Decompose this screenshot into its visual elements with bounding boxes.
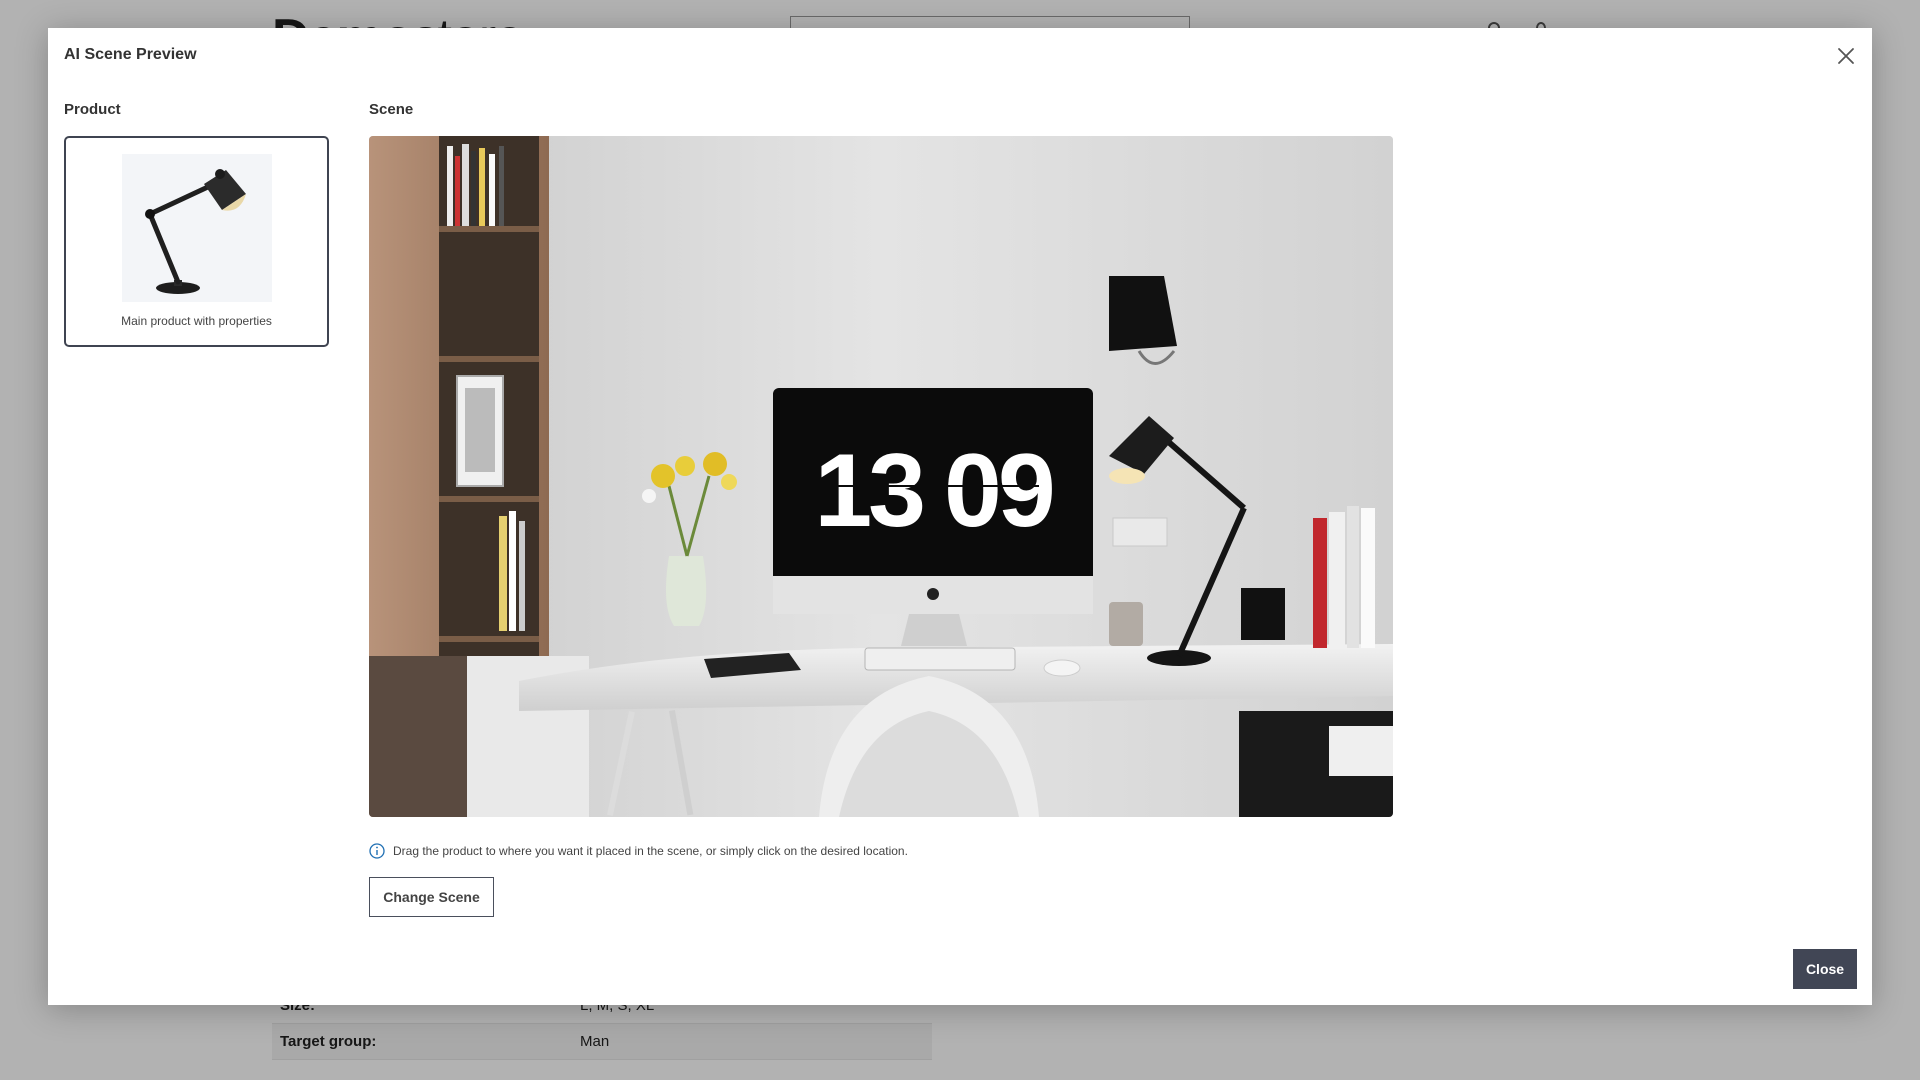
product-card[interactable]: Main product with properties xyxy=(64,136,329,347)
close-button[interactable]: Close xyxy=(1793,949,1857,989)
modal-title: AI Scene Preview xyxy=(64,46,197,63)
change-scene-button[interactable]: Change Scene xyxy=(369,877,494,917)
product-name: Main product with properties xyxy=(121,314,272,328)
product-section-label: Product xyxy=(64,101,121,118)
info-icon xyxy=(369,843,385,859)
desk-lamp-icon[interactable] xyxy=(122,154,272,302)
scene-hint: Drag the product to where you want it pl… xyxy=(369,843,908,859)
ai-scene-preview-modal: AI Scene Preview Product Scene Main prod… xyxy=(48,28,1872,1005)
hint-text: Drag the product to where you want it pl… xyxy=(393,844,908,858)
close-icon[interactable] xyxy=(1830,40,1862,72)
scene-image[interactable]: 13 09 xyxy=(369,136,1393,817)
scene-section-label: Scene xyxy=(369,101,414,118)
